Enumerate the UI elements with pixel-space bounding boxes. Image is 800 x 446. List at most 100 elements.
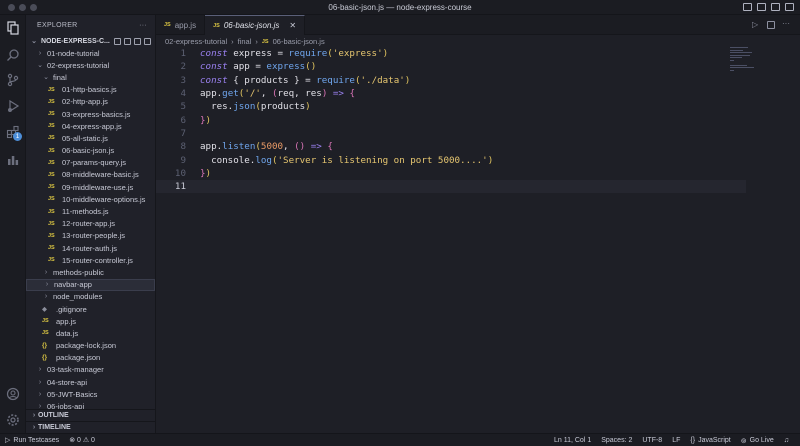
js-file-icon: JS	[48, 111, 55, 118]
tree-item[interactable]: › 05-JWT-Basics	[26, 388, 155, 400]
code-line: 8 app.listen(5000, () => {	[156, 140, 746, 153]
tree-item-label: 12-router-app.js	[62, 219, 115, 229]
explorer-icon[interactable]	[6, 21, 20, 35]
tree-item[interactable]: JS 05-all-static.js	[26, 132, 155, 144]
code-line: 7	[156, 127, 746, 140]
tree-item[interactable]: JS app.js	[26, 315, 155, 327]
tree-item[interactable]: › node_modules	[26, 291, 155, 303]
tree-item[interactable]: JS 10-middleware-options.js	[26, 193, 155, 205]
explorer-title: EXPLORER	[37, 21, 78, 29]
code-editor[interactable]: 1 const express = require('express') 2 cons…	[156, 47, 800, 433]
window-controls[interactable]	[8, 4, 37, 11]
breadcrumb-item[interactable]: 02-express-tutorial	[165, 37, 227, 46]
tab-app-js[interactable]: JS app.js	[156, 15, 206, 35]
layout-controls	[743, 3, 794, 11]
tree-item[interactable]: JS data.js	[26, 327, 155, 339]
tree-item[interactable]: JS 08-middleware-basic.js	[26, 169, 155, 181]
toggle-panel-icon[interactable]	[757, 3, 766, 11]
js-file-icon: JS	[48, 147, 55, 154]
tree-item-label: 10-middleware-options.js	[62, 194, 146, 204]
tree-item[interactable]: › 03-task-manager	[26, 364, 155, 376]
code-line: 10})	[156, 167, 746, 180]
tree-item[interactable]: ◆ .gitignore	[26, 303, 155, 315]
language-mode[interactable]: {} JavaScript	[685, 437, 735, 444]
tree-item[interactable]: JS 11-methods.js	[26, 205, 155, 217]
line-number: 2	[180, 61, 186, 73]
tree-item[interactable]: JS 02-http-app.js	[26, 96, 155, 108]
encoding[interactable]: UTF-8	[637, 437, 667, 444]
minimize-window-icon[interactable]	[19, 4, 26, 11]
code-content: app.get('/', (req, res) => {	[200, 88, 356, 100]
more-actions-icon[interactable]: ···	[139, 22, 147, 29]
customize-layout-icon[interactable]	[785, 3, 794, 11]
minimap[interactable]	[730, 47, 754, 72]
toggle-secondary-sidebar-icon[interactable]	[771, 3, 780, 11]
project-root[interactable]: ⌄ NODE-EXPRESS-C...	[26, 35, 155, 47]
code-line: 3 const { products } = require('./data')	[156, 74, 746, 87]
source-control-icon[interactable]	[6, 73, 20, 87]
tree-item[interactable]: JS 12-router-app.js	[26, 218, 155, 230]
tree-item-label: 02-express-tutorial	[47, 60, 110, 70]
tree-item-label: 03-task-manager	[47, 365, 104, 375]
editor-actions: ▷ ···	[752, 20, 790, 29]
toggle-sidebar-icon[interactable]	[743, 3, 752, 11]
chevron-right-icon: ›	[255, 37, 258, 46]
analytics-icon[interactable]	[6, 153, 20, 167]
split-editor-icon[interactable]	[767, 21, 775, 29]
run-testcases[interactable]: ▷ Run Testcases	[0, 436, 64, 445]
tree-item[interactable]: JS 13-router-people.js	[26, 230, 155, 242]
breadcrumb-item[interactable]: final	[238, 37, 252, 46]
go-live-button[interactable]: ⊚ Go Live	[736, 437, 779, 445]
tree-item[interactable]: {} package-lock.json	[26, 340, 155, 352]
tab-06-basic-json[interactable]: JS 06-basic-json.js ✕	[205, 15, 306, 35]
tree-item[interactable]: JS 14-router-auth.js	[26, 242, 155, 254]
account-icon[interactable]	[6, 387, 20, 401]
more-actions-icon[interactable]: ···	[782, 20, 790, 29]
tree-item[interactable]: JS 07-params-query.js	[26, 157, 155, 169]
indentation[interactable]: Spaces: 2	[596, 437, 637, 444]
collapse-all-icon[interactable]	[144, 37, 151, 45]
tree-item-label: 08-middleware-basic.js	[62, 170, 139, 180]
new-file-icon[interactable]	[114, 37, 121, 45]
breadcrumb-item[interactable]: 06-basic-json.js	[273, 37, 325, 46]
tree-item[interactable]: › 04-store-api	[26, 376, 155, 388]
close-tab-icon[interactable]: ✕	[289, 21, 296, 30]
run-debug-icon[interactable]	[6, 99, 20, 113]
tree-item-label: package-lock.json	[56, 341, 117, 351]
tree-item[interactable]: ⌄ 02-express-tutorial	[26, 59, 155, 71]
timeline-section[interactable]: › TIMELINE	[26, 421, 155, 433]
close-window-icon[interactable]	[8, 4, 15, 11]
new-folder-icon[interactable]	[124, 37, 131, 45]
extensions-badge: 1	[13, 132, 22, 141]
chevron-right-icon: ›	[45, 281, 49, 289]
indentation-label: Spaces: 2	[601, 437, 633, 444]
tree-item[interactable]: JS 09-middleware-use.js	[26, 181, 155, 193]
tree-item[interactable]: JS 15-router-controller.js	[26, 254, 155, 266]
search-icon[interactable]	[6, 48, 20, 62]
outline-section[interactable]: › OUTLINE	[26, 409, 155, 421]
tree-item[interactable]: › methods-public	[26, 266, 155, 278]
tree-item[interactable]: JS 01-http-basics.js	[26, 84, 155, 96]
tree-item[interactable]: JS 04-express-app.js	[26, 120, 155, 132]
line-number: 1	[180, 48, 186, 60]
notifications[interactable]: ♫	[779, 437, 794, 444]
tree-item[interactable]: ⌄ final	[26, 71, 155, 83]
line-ending[interactable]: LF	[667, 437, 685, 444]
tree-item[interactable]: › 01-node-tutorial	[26, 47, 155, 59]
js-file-icon: JS	[261, 38, 269, 45]
tree-item[interactable]: JS 03-express-basics.js	[26, 108, 155, 120]
braces-icon: {}	[690, 437, 696, 444]
tree-item[interactable]: JS 06-basic-json.js	[26, 145, 155, 157]
refresh-icon[interactable]	[134, 37, 141, 45]
tree-item[interactable]: {} package.json	[26, 352, 155, 364]
run-file-icon[interactable]: ▷	[752, 21, 760, 29]
problems-count: ⊗ 0 ⚠ 0	[69, 437, 95, 444]
cursor-position[interactable]: Ln 11, Col 1	[549, 437, 596, 444]
maximize-window-icon[interactable]	[30, 4, 37, 11]
problems-indicator[interactable]: ⊗ 0 ⚠ 0	[64, 436, 100, 444]
tree-item[interactable]: › navbar-app	[26, 278, 155, 291]
tree-item-label: 11-methods.js	[62, 207, 109, 217]
chevron-right-icon: ›	[231, 37, 234, 46]
settings-gear-icon[interactable]	[6, 413, 20, 427]
extensions-icon[interactable]: 1	[6, 125, 22, 141]
